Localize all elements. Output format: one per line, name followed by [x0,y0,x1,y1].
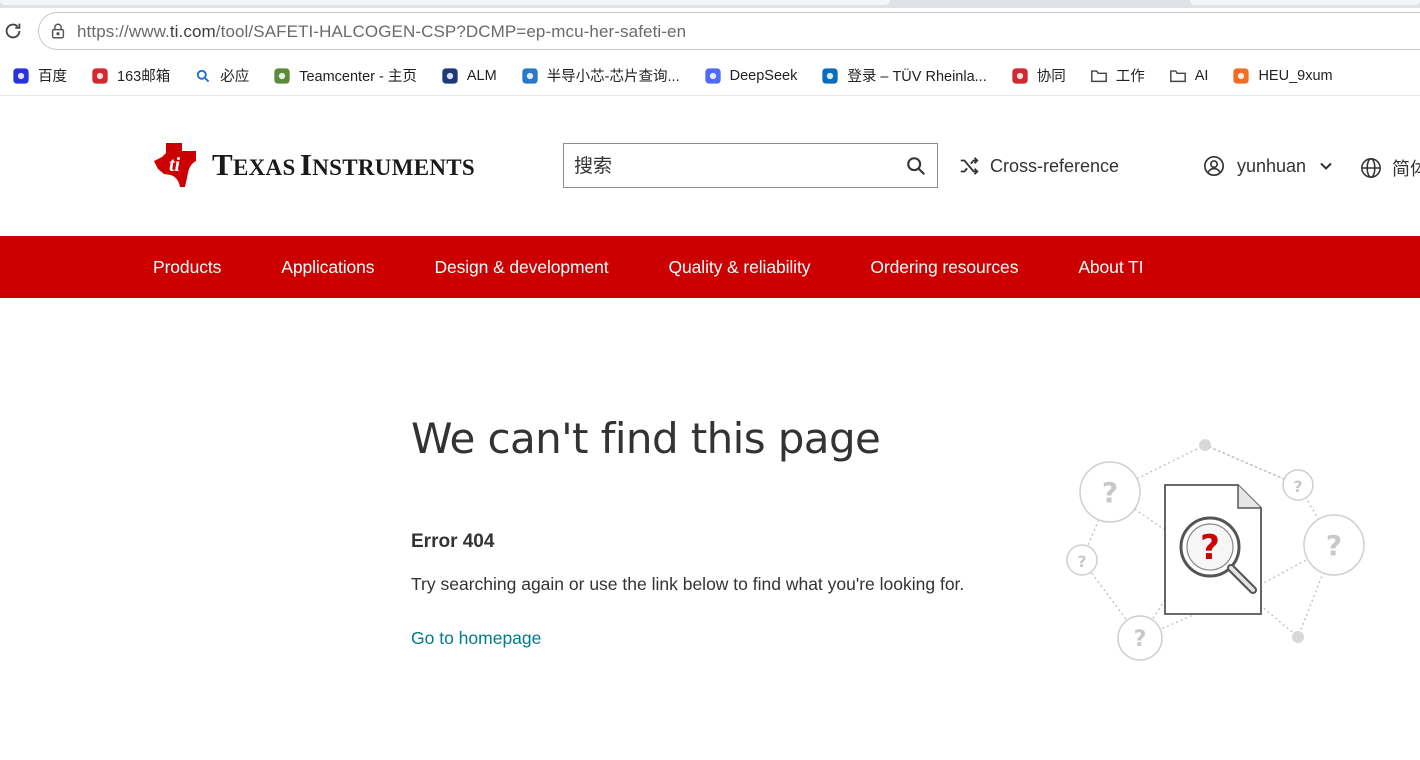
shuffle-icon [960,157,979,175]
svg-text:?: ? [1293,477,1302,496]
chip-icon [521,67,539,85]
page-title: We can't find this page [411,414,881,463]
browser-tab[interactable] [0,0,890,5]
svg-text:ti: ti [169,154,181,176]
site-info-icon[interactable] [49,22,67,40]
error-message: Try searching again or use the link belo… [411,574,965,594]
bookmark-label: 必应 [220,69,250,85]
user-icon [1204,156,1224,176]
heu-icon [1232,67,1250,85]
main-nav: Products Applications Design & development… [0,236,1420,298]
bookmark-item[interactable]: Teamcenter - 主页 [273,61,417,91]
chevron-down-icon [1320,162,1332,170]
homepage-link[interactable]: Go to homepage [411,628,541,649]
globe-icon [1361,158,1381,178]
alm-icon [441,67,459,85]
not-found-illustration: ? ? ? ? ? ? [1066,439,1365,661]
reload-icon[interactable] [2,20,24,42]
nav-item[interactable]: About TI [1078,257,1143,278]
address-bar-row: https://www.ti.com/tool/SAFETI-HALCOGEN-… [0,8,1420,54]
bookmark-label: 协同 [1036,69,1066,85]
bookmark-label: 工作 [1115,69,1145,85]
bookmark-label: 半导小芯-芯片查询... [546,69,680,85]
bookmark-item[interactable]: 登录 – TÜV Rheinla... [821,61,987,91]
logo-wordmark: TEXAS INSTRUMENTS [212,147,475,182]
nav-item[interactable]: Ordering resources [870,257,1018,278]
bookmark-label: DeepSeek [729,67,798,84]
bookmark-item[interactable]: DeepSeek [704,61,798,91]
bookmark-label: Teamcenter - 主页 [299,69,417,85]
language-label: 简体 [1392,159,1420,180]
url-text: https://www.ti.com/tool/SAFETI-HALCOGEN-… [77,22,687,41]
svg-text:?: ? [1326,529,1342,562]
tab-strip [0,0,1420,8]
deepseek-whale-icon [704,67,722,85]
nav-item[interactable]: Products [153,257,221,278]
search-icon[interactable] [905,155,927,177]
nav-item[interactable]: Applications [281,257,374,278]
baidu-paw-icon [12,67,30,85]
svg-text:?: ? [1134,627,1147,652]
svg-text:?: ? [1077,552,1086,571]
user-menu[interactable]: yunhuan [1203,155,1334,177]
nav-item[interactable]: Design & development [434,257,608,278]
bookmarks-bar: 百度 163邮箱 必应 Teamcenter - 主页 ALM 半导小芯-芯片查询... D… [0,56,1420,96]
bookmark-item[interactable]: 工作 [1090,61,1145,91]
browser-tab[interactable] [1190,0,1420,5]
folder-icon [1090,67,1108,85]
error-code: Error 404 [411,531,495,552]
site-header: ti TEXAS INSTRUMENTS Cross-reference yun… [0,97,1420,236]
search-box [563,143,938,188]
address-bar[interactable]: https://www.ti.com/tool/SAFETI-HALCOGEN-… [38,12,1420,50]
bookmark-label: HEU_9xum [1258,67,1333,84]
folder-icon [1169,67,1187,85]
bookmark-item[interactable]: HEU_9xum [1232,61,1333,91]
svg-text:?: ? [1200,528,1220,568]
tuv-icon [821,67,839,85]
bing-search-icon [194,67,212,85]
bookmark-item[interactable]: ALM [441,61,497,91]
ti-logo[interactable]: ti TEXAS INSTRUMENTS [152,141,475,189]
search-input[interactable] [564,144,894,187]
svg-text:?: ? [1102,476,1118,509]
bookmark-label: 163邮箱 [117,69,171,85]
cross-reference-label: Cross-reference [990,155,1120,176]
nav-item[interactable]: Quality & reliability [669,257,811,278]
bookmark-item[interactable]: 必应 [194,61,249,91]
cross-reference-link[interactable]: Cross-reference [958,155,1119,177]
bookmark-item[interactable]: 百度 [12,61,67,91]
bookmark-item[interactable]: 半导小芯-芯片查询... [521,61,680,91]
ti-state-logo-icon: ti [154,143,196,187]
bookmark-label: ALM [466,67,497,84]
language-selector[interactable]: 简体 [1360,155,1420,181]
bookmark-label: 百度 [38,69,67,85]
bookmark-label: 登录 – TÜV Rheinla... [847,69,987,85]
bookmark-item[interactable]: AI [1169,61,1209,91]
bookmark-item[interactable]: 163邮箱 [91,61,170,91]
teamcenter-icon [273,67,291,85]
collab-icon [1011,67,1029,85]
bookmark-item[interactable]: 协同 [1011,61,1066,91]
username: yunhuan [1237,155,1307,176]
netease-mail-icon [91,67,109,85]
bookmark-label: AI [1194,67,1209,84]
